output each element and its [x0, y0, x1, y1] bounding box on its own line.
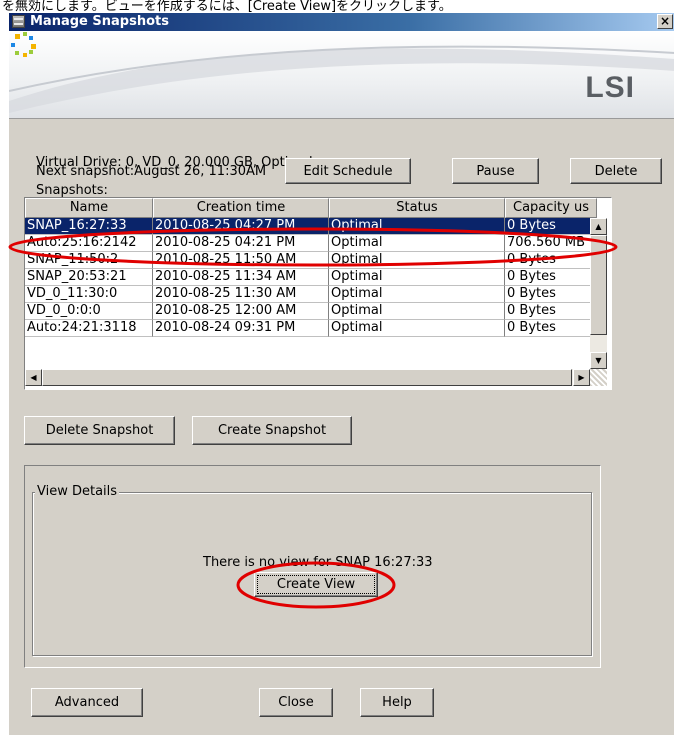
- table-cell: 0 Bytes: [505, 218, 597, 235]
- snapshots-table: Name Creation time Status Capacity us SN…: [24, 197, 612, 390]
- edit-schedule-button[interactable]: Edit Schedule: [285, 158, 411, 184]
- table-cell: Auto:24:21:3118: [25, 320, 153, 337]
- scroll-up-icon[interactable]: ▲: [590, 218, 607, 235]
- delete-button[interactable]: Delete: [570, 158, 662, 184]
- table-row[interactable]: VD_0_11:30:0 2010-08-25 11:30 AM Optimal 0 …: [25, 286, 597, 303]
- table-row[interactable]: SNAP_16:27:33 2010-08-25 04:27 PM Optimal 0…: [25, 218, 597, 235]
- table-cell: SNAP_16:27:33: [25, 218, 153, 235]
- table-header: Name Creation time Status Capacity us: [25, 198, 597, 218]
- table-cell: 0 Bytes: [505, 252, 597, 269]
- table-cell: 2010-08-24 09:31 PM: [153, 320, 329, 337]
- table-cell: 2010-08-25 11:50 AM: [153, 252, 329, 269]
- table-cell: VD_0_11:30:0: [25, 286, 153, 303]
- close-window-button[interactable]: ×: [657, 14, 673, 29]
- help-button[interactable]: Help: [360, 688, 434, 717]
- table-row[interactable]: VD_0_0:0:0 2010-08-25 12:00 AM Optimal 0 By…: [25, 303, 597, 320]
- pause-button[interactable]: Pause: [452, 158, 539, 184]
- table-cell: Auto:25:16:2142: [25, 235, 153, 252]
- horizontal-scrollbar[interactable]: ◀ ▶: [25, 369, 590, 386]
- table-cell: Optimal: [329, 252, 505, 269]
- table-row[interactable]: Auto:25:16:2142 2010-08-25 04:21 PM Optima…: [25, 235, 597, 252]
- column-name[interactable]: Name: [25, 198, 153, 218]
- table-cell: 2010-08-25 11:34 AM: [153, 269, 329, 286]
- table-cell: VD_0_0:0:0: [25, 303, 153, 320]
- table-cell: Optimal: [329, 303, 505, 320]
- table-cell: Optimal: [329, 235, 505, 252]
- next-snapshot-info: Next snapshot:August 26, 11:30AM: [36, 164, 267, 179]
- table-cell: 0 Bytes: [505, 269, 597, 286]
- column-creation-time[interactable]: Creation time: [153, 198, 329, 218]
- table-cell: Optimal: [329, 286, 505, 303]
- table-cell: 0 Bytes: [505, 286, 597, 303]
- scroll-left-icon[interactable]: ◀: [25, 369, 42, 386]
- column-capacity[interactable]: Capacity us: [505, 198, 597, 218]
- banner-swoosh: [9, 45, 674, 113]
- close-button[interactable]: Close: [259, 688, 333, 717]
- table-cell: 706.560 MB: [505, 235, 597, 252]
- table-cell: 2010-08-25 11:30 AM: [153, 286, 329, 303]
- vertical-scrollbar[interactable]: ▲ ▼: [590, 218, 607, 369]
- horizontal-scroll-thumb[interactable]: [42, 369, 572, 386]
- advanced-button[interactable]: Advanced: [31, 688, 143, 717]
- table-cell: 2010-08-25 04:27 PM: [153, 218, 329, 235]
- table-body: SNAP_16:27:33 2010-08-25 04:27 PM Optimal 0…: [25, 218, 597, 337]
- create-snapshot-button[interactable]: Create Snapshot: [192, 416, 352, 445]
- window-title: Manage Snapshots: [30, 14, 169, 29]
- table-cell: 2010-08-25 04:21 PM: [153, 235, 329, 252]
- column-status[interactable]: Status: [329, 198, 505, 218]
- table-row[interactable]: SNAP_20:53:21 2010-08-25 11:34 AM Optimal 0…: [25, 269, 597, 286]
- title-bar: Manage Snapshots ×: [9, 13, 674, 31]
- storage-icon: [12, 15, 25, 28]
- table-row[interactable]: Auto:24:21:3118 2010-08-24 09:31 PM Optima…: [25, 320, 597, 337]
- table-cell: Optimal: [329, 218, 505, 235]
- create-view-button[interactable]: Create View: [254, 572, 378, 597]
- scroll-right-icon[interactable]: ▶: [573, 369, 590, 386]
- table-cell: Optimal: [329, 320, 505, 337]
- snapshots-label: Snapshots:: [36, 183, 108, 198]
- view-details-legend: View Details: [35, 484, 120, 499]
- table-cell: 0 Bytes: [505, 320, 597, 337]
- table-row[interactable]: SNAP_11:50:2 2010-08-25 11:50 AM Optimal 0 …: [25, 252, 597, 269]
- lsi-logo: LSI: [585, 71, 635, 104]
- table-cell: Optimal: [329, 269, 505, 286]
- table-cell: SNAP_20:53:21: [25, 269, 153, 286]
- table-cell: SNAP_11:50:2: [25, 252, 153, 269]
- table-cell: 0 Bytes: [505, 303, 597, 320]
- header-banner: LSI: [9, 31, 674, 119]
- table-cell: 2010-08-25 12:00 AM: [153, 303, 329, 320]
- no-view-message: There is no view for SNAP 16:27:33: [203, 555, 433, 570]
- delete-snapshot-button[interactable]: Delete Snapshot: [24, 416, 175, 445]
- vertical-scroll-thumb[interactable]: [590, 235, 607, 335]
- lsi-logo-mark-icon: [11, 32, 36, 57]
- scrollbar-corner: [590, 369, 607, 386]
- scroll-down-icon[interactable]: ▼: [590, 352, 607, 369]
